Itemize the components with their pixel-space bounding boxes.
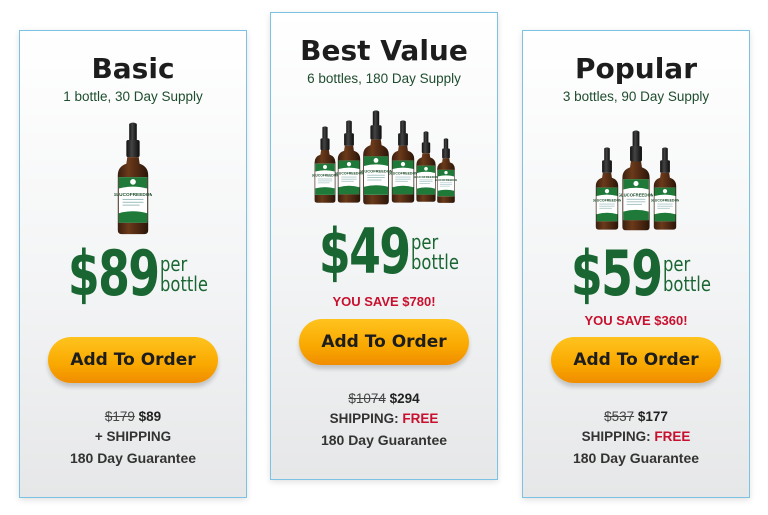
svg-text:GLUCOFREEDOM: GLUCOFREEDOM bbox=[593, 199, 621, 203]
card-title: Best Value bbox=[300, 34, 468, 67]
original-price: $1074 bbox=[348, 391, 386, 406]
add-to-order-button[interactable]: Add To Order bbox=[299, 319, 469, 365]
bottle-image-group: GLUCOFREEDOM GLUCOFREEDOM GLUCOFREEDOM bbox=[271, 101, 497, 215]
savings-text: YOU SAVE $360! bbox=[584, 313, 688, 328]
bottle-image-group: GLUCOFREEDOM bbox=[20, 117, 246, 239]
product-bottle: GLUCOFREEDOM bbox=[335, 109, 363, 215]
product-bottle: GLUCOFREEDOM bbox=[651, 143, 679, 235]
svg-text:GLUCOFREEDOM: GLUCOFREEDOM bbox=[360, 168, 392, 173]
pricing-card-basic: Basic 1 bottle, 30 Day Supply GLUCOFREED… bbox=[19, 30, 247, 498]
product-bottle: GLUCOFREEDOM bbox=[593, 143, 621, 235]
original-price: $179 bbox=[104, 409, 135, 424]
svg-text:GLUCOFREEDOM: GLUCOFREEDOM bbox=[389, 172, 417, 176]
guarantee-text: 180 Day Guarantee bbox=[572, 450, 700, 466]
sale-price: $177 bbox=[637, 409, 668, 424]
price-per-bottle: $89 bbox=[67, 237, 159, 310]
card-title: Basic bbox=[91, 52, 175, 85]
price-row: $59 per bottle bbox=[523, 241, 749, 307]
per-bottle-label: per bottle bbox=[662, 252, 711, 296]
sale-price: $89 bbox=[138, 409, 162, 424]
price-per-bottle: $59 bbox=[570, 237, 662, 310]
price-per-bottle: $49 bbox=[318, 215, 410, 288]
svg-text:GLUCOFREEDOM: GLUCOFREEDOM bbox=[335, 172, 363, 176]
supply-text: 6 bottles, 180 Day Supply bbox=[307, 71, 461, 86]
product-bottle: GLUCOFREEDOM bbox=[619, 127, 653, 235]
add-to-order-button[interactable]: Add To Order bbox=[551, 337, 721, 383]
product-bottle: GLUCOFREEDOM bbox=[360, 101, 392, 215]
shipping-info: + SHIPPING bbox=[94, 429, 172, 444]
product-bottle: GLUCOFREEDOM bbox=[414, 119, 438, 215]
supply-text: 3 bottles, 90 Day Supply bbox=[562, 89, 710, 104]
sale-price: $294 bbox=[389, 391, 420, 406]
savings-text: YOU SAVE $780! bbox=[332, 294, 436, 309]
pricing-card-best-value: Best Value 6 bottles, 180 Day Supply GLU… bbox=[270, 12, 498, 480]
supply-text: 1 bottle, 30 Day Supply bbox=[63, 89, 203, 104]
svg-text:GLUCOFREEDOM: GLUCOFREEDOM bbox=[435, 178, 457, 182]
svg-text:GLUCOFREEDOM: GLUCOFREEDOM bbox=[114, 192, 152, 198]
per-bottle-label: per bottle bbox=[159, 252, 208, 296]
svg-text:GLUCOFREEDOM: GLUCOFREEDOM bbox=[414, 175, 438, 179]
svg-text:GLUCOFREEDOM: GLUCOFREEDOM bbox=[619, 192, 653, 197]
shipping-info: SHIPPING: FREE bbox=[581, 429, 691, 444]
price-row: $89 per bottle bbox=[20, 241, 246, 307]
price-row: $49 per bottle bbox=[271, 219, 497, 285]
product-bottle: GLUCOFREEDOM bbox=[114, 119, 152, 239]
total-price: $179 $89 bbox=[20, 409, 246, 424]
guarantee-text: 180 Day Guarantee bbox=[69, 450, 197, 466]
svg-text:GLUCOFREEDOM: GLUCOFREEDOM bbox=[651, 199, 679, 203]
bottle-image-group: GLUCOFREEDOM GLUCOFREEDOM GLUCOFREEDOM bbox=[523, 117, 749, 235]
shipping-free: FREE bbox=[654, 429, 691, 444]
add-to-order-button[interactable]: Add To Order bbox=[48, 337, 218, 383]
original-price: $537 bbox=[604, 409, 635, 424]
card-title: Popular bbox=[574, 52, 698, 85]
shipping-free: FREE bbox=[402, 411, 439, 426]
pricing-card-popular: Popular 3 bottles, 90 Day Supply GLUCOFR… bbox=[522, 30, 750, 498]
per-bottle-label: per bottle bbox=[410, 230, 459, 274]
total-price: $537 $177 bbox=[523, 409, 749, 424]
shipping-info: SHIPPING: FREE bbox=[329, 411, 439, 426]
total-price: $1074 $294 bbox=[271, 391, 497, 406]
product-bottle: GLUCOFREEDOM bbox=[389, 109, 417, 215]
guarantee-text: 180 Day Guarantee bbox=[320, 432, 448, 448]
product-bottle: GLUCOFREEDOM bbox=[435, 127, 457, 215]
